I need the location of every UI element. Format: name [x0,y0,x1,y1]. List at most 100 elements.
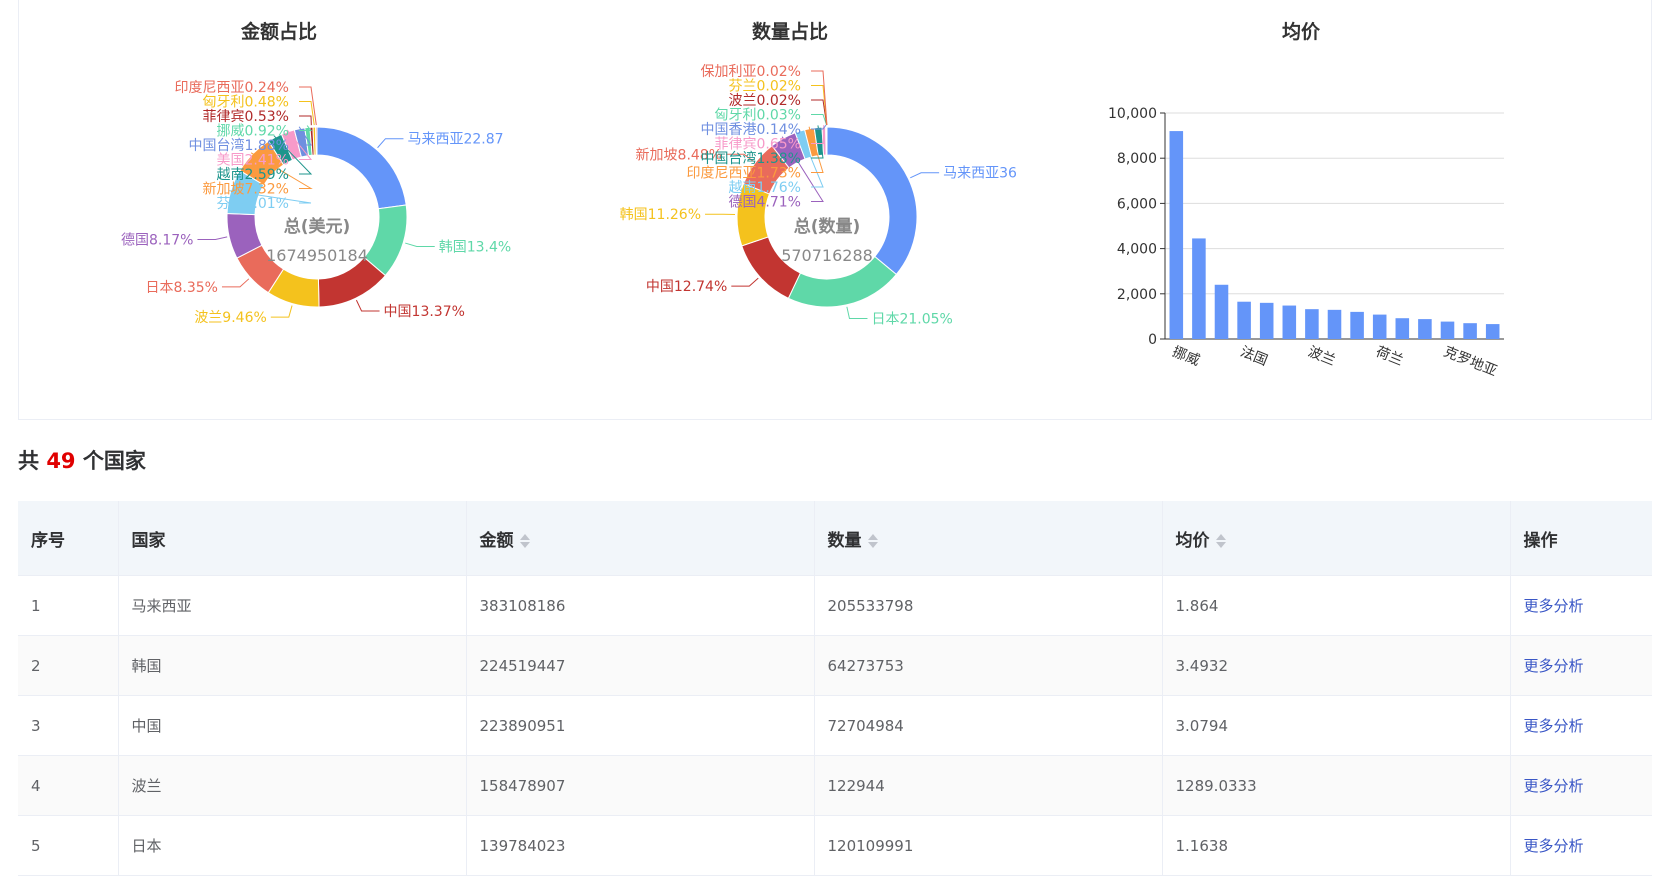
pie-center-value: 570716288 [781,246,873,265]
bar[interactable] [1440,321,1455,339]
cell-country: 日本 [118,815,467,876]
pie-slice-label: 波兰0.02% [729,93,801,109]
bar[interactable] [1395,318,1410,339]
bar-y-tick-label: 8,000 [1117,151,1157,167]
more-analysis-link[interactable]: 更多分析 [1524,777,1584,795]
more-analysis-link[interactable]: 更多分析 [1524,837,1584,855]
avg-price-bar-chart[interactable]: 0 2,000 4,000 6,000 8,000 10,000 挪威 法国 波兰 荷兰 克罗地亚 [1099,0,1639,409]
pie-slice-label: 波兰9.46% [194,310,266,326]
cell-country: 韩国 [118,635,467,696]
pie-slice-label: 德国4.71% [729,195,801,211]
bar-y-tick-label: 10,000 [1108,106,1157,122]
bar-y-tick-label: 6,000 [1117,196,1157,212]
pie-slice-label: 中国台湾1.88% [189,137,289,154]
sort-icon[interactable] [519,533,530,549]
pie-slice-label: 中国香港0.14% [701,122,801,138]
quantity-pie-chart[interactable]: 总(数量) 570716288 马来西亚36 日本21.05% 中国12.74% 韩国… [559,0,1099,409]
pie-label-line [405,242,435,247]
pie-slice-label: 越南2.59% [217,167,289,183]
pie-slice-label: 印度尼西亚0.24% [175,80,289,96]
bar-y-tick-label: 4,000 [1117,242,1157,258]
pie-label-line [811,70,828,126]
cell-quantity: 64273753 [814,635,1163,696]
cell-amount: 383108186 [466,575,815,636]
pie-label-line [910,172,940,179]
pie-center-value: 1674950184 [266,246,368,265]
bar[interactable] [1192,238,1206,339]
cell-amount: 139784023 [466,815,815,876]
pie-slice-label: 中国12.74% [646,279,727,295]
table-row: 3 中国 223890951 72704984 3.0794 更多分析 [18,695,1652,756]
count-suffix: 个国家 [82,449,146,473]
cell-quantity: 72704984 [814,695,1163,756]
pie-slice-label: 韩国11.26% [620,207,701,223]
cell-country: 波兰 [118,755,467,816]
bar[interactable] [1372,314,1387,339]
pie-center-label: 总(美元) [284,216,351,237]
bar[interactable] [1282,305,1297,339]
count-value: 49 [46,449,76,473]
bar-x-tick-label: 克罗地亚 [1441,344,1499,380]
pie-slice-label: 菲律宾0.65% [715,137,801,153]
col-amount[interactable]: 金额 [466,501,815,576]
table-row: 1 马来西亚 383108186 205533798 1.864 更多分析 [18,575,1652,636]
col-avg-price[interactable]: 均价 [1162,501,1511,576]
bar[interactable] [1237,301,1251,339]
bar[interactable] [1350,311,1364,339]
more-analysis-link[interactable]: 更多分析 [1524,717,1584,735]
amount-pie-chart[interactable]: 总(美元) 1674950184 马来西亚22.87 韩国13.4% 中国13.37… [39,0,579,409]
cell-country: 马来西亚 [118,575,467,636]
cell-quantity: 120109991 [814,815,1163,876]
col-quantity[interactable]: 数量 [814,501,1163,576]
bar[interactable] [1418,319,1432,339]
col-index: 序号 [18,501,119,576]
bar[interactable] [1463,323,1477,339]
pie-slice-label: 越南1.76% [729,180,801,196]
country-table: 序号 国家 金额 数量 均价 操作 1 马来西亚 383108186 20553… [18,501,1652,876]
bar-y-tick-label: 0 [1148,332,1157,348]
pie-slice-label: 韩国13.4% [439,239,511,255]
pie-slice-label: 中国台湾1.38% [701,150,801,167]
charts-panel: 金额占比 数量占比 均价 总(美元) 1674950184 马来西亚22.87 韩… [18,0,1652,420]
table-row: 4 波兰 158478907 122944 1289.0333 更多分析 [18,755,1652,816]
bar-x-tick-label: 荷兰 [1373,344,1405,369]
pie-slice[interactable] [315,126,318,156]
pie-label-line [846,306,868,320]
pie-slice-label: 菲律宾0.53% [203,109,289,125]
pie-slice-label: 美国2.41% [217,153,289,169]
pie-slice-label: 新加坡7.32% [203,182,289,198]
cell-index: 3 [18,695,119,756]
cell-amount: 224519447 [466,635,815,696]
pie-slice-label: 保加利亚0.02% [701,64,801,80]
cell-country: 中国 [118,695,467,756]
pie-slice-label: 匈牙利0.03% [715,108,801,124]
bar[interactable] [1485,324,1500,339]
cell-index: 4 [18,755,119,816]
cell-index: 2 [18,635,119,696]
pie-slice[interactable] [316,126,407,210]
cell-index: 1 [18,575,119,636]
cell-avg-price: 3.0794 [1162,695,1511,756]
bar[interactable] [1169,131,1184,339]
pie-label-line [299,115,312,126]
country-count: 共 49 个国家 [18,445,146,475]
pie-label-line [377,138,404,149]
sort-icon[interactable] [1215,533,1226,549]
more-analysis-link[interactable]: 更多分析 [1524,657,1584,675]
more-analysis-link[interactable]: 更多分析 [1524,597,1584,615]
pie-slice-label: 日本8.35% [145,280,217,296]
pie-label-line [197,236,228,240]
pie-slice-label: 芬兰8.01% [217,196,289,212]
table-header-row: 序号 国家 金额 数量 均价 操作 [18,501,1652,576]
bar-x-tick-label: 法国 [1238,344,1270,369]
bar[interactable] [1259,302,1274,339]
bar[interactable] [1327,309,1342,339]
pie-label-line [299,101,315,126]
pie-slice-label: 匈牙利0.48% [203,95,289,111]
sort-icon[interactable] [867,533,878,549]
bar[interactable] [1305,309,1319,339]
bar[interactable] [1214,284,1229,339]
cell-index: 5 [18,815,119,876]
pie-slice-label: 芬兰0.02% [729,79,801,95]
cell-avg-price: 1289.0333 [1162,755,1511,816]
